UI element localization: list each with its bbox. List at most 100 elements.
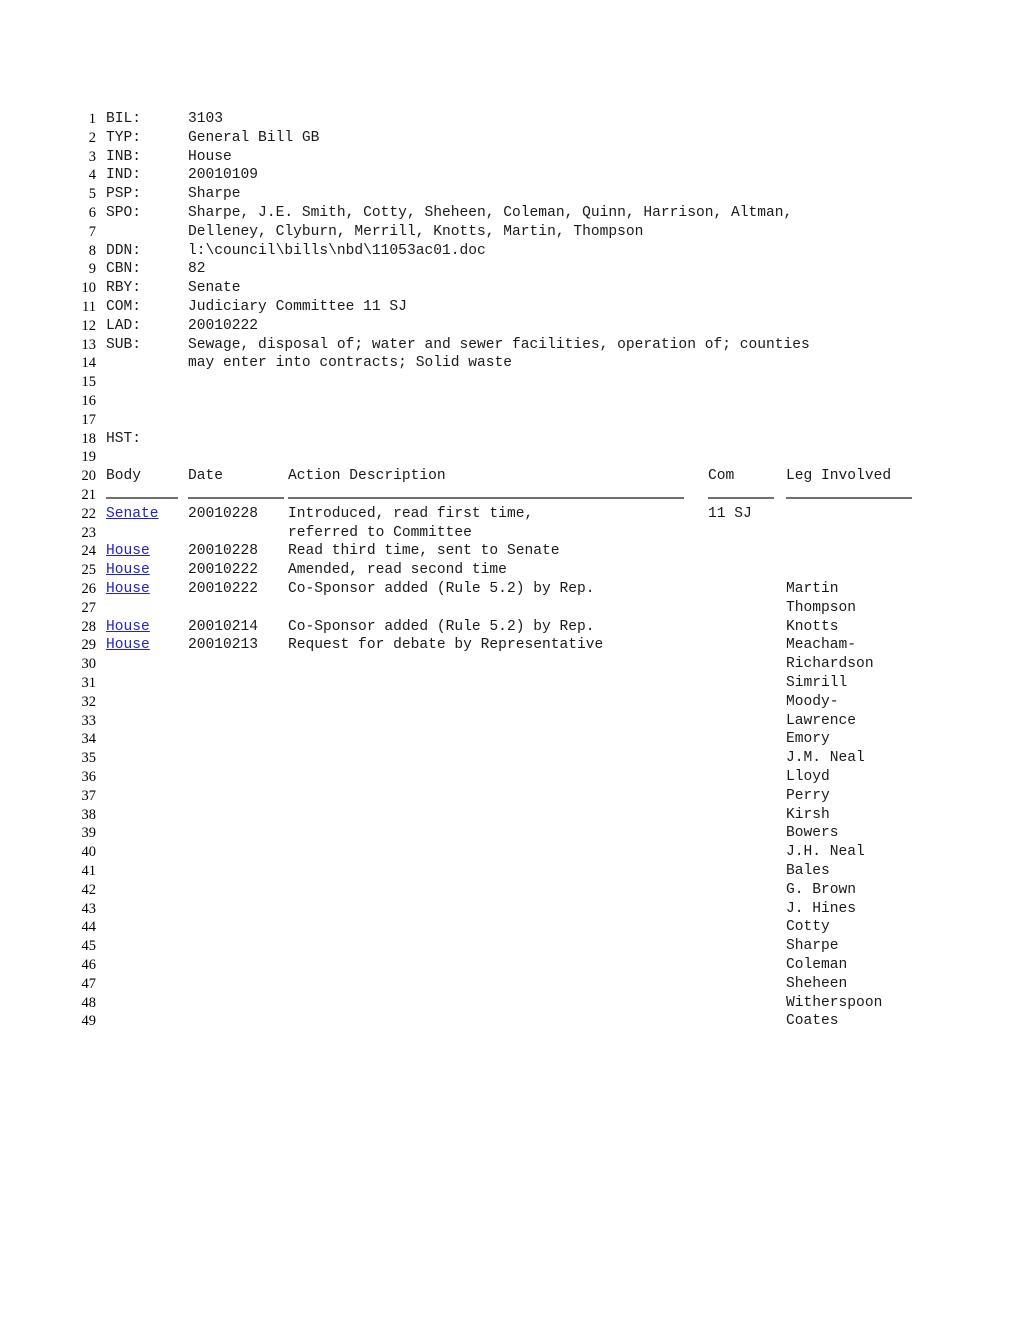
line-number: 36 <box>81 769 97 785</box>
field-label: IND: <box>106 167 142 184</box>
table-row: 34 Emory <box>0 730 1020 749</box>
table-cell-leg: Coates <box>786 1013 839 1030</box>
field-label: PSP: <box>106 186 142 203</box>
line-number: 39 <box>81 825 97 842</box>
table-cell-leg: Knotts <box>786 618 839 635</box>
table-cell-leg: Bowers <box>786 825 839 842</box>
body-link-house[interactable]: House <box>106 636 150 655</box>
line-number: 9 <box>88 261 96 278</box>
document-line: 9 CBN: 82 <box>0 260 1020 279</box>
field-label: COM: <box>106 299 142 315</box>
table-row: 26 House 20010222 Co-Sponsor added (Rule 5.… <box>0 580 1020 599</box>
line-number: 4 <box>88 167 96 184</box>
field-label: SUB: <box>106 336 142 353</box>
field-label: TYP: <box>106 129 142 146</box>
line-number: 28 <box>81 618 97 635</box>
document-line: 11 COM: Judiciary Committee 11 SJ <box>0 298 1020 317</box>
table-cell-leg: Cotty <box>786 919 830 936</box>
line-number: 3 <box>88 148 96 165</box>
table-cell-action: Read third time, sent to Senate <box>288 543 560 560</box>
table-cell-leg: Emory <box>786 731 830 748</box>
table-cell-leg: J.M. Neal <box>786 750 865 767</box>
document-line: 1 BIL: 3103 <box>0 110 1020 129</box>
table-row: 46 Coleman <box>0 956 1020 975</box>
line-number: 15 <box>81 374 97 391</box>
line-number: 33 <box>81 712 97 729</box>
table-row: 40 J.H. Neal <box>0 843 1020 862</box>
line-number: 19 <box>81 449 97 466</box>
table-cell-date: 20010222 <box>188 581 259 597</box>
table-cell-leg: Thompson <box>786 599 857 616</box>
document-line: 16 <box>0 392 1020 411</box>
table-cell-leg: Kirsh <box>786 806 830 823</box>
line-number: 1 <box>88 111 96 127</box>
table-row: 22 Senate 20010228 Introduced, read first t… <box>0 505 1020 524</box>
field-label: RBY: <box>106 280 142 297</box>
table-cell-leg: Bales <box>786 863 830 879</box>
bill-status-document: 1 BIL: 3103 2 TYP: General Bill GB 3 INB: House 4… <box>0 0 1020 1320</box>
table-cell-leg: Lloyd <box>786 769 830 785</box>
line-number: 8 <box>88 242 96 259</box>
table-cell-leg: Sheheen <box>786 975 848 992</box>
line-number: 32 <box>81 693 97 710</box>
table-cell-action: Co-Sponsor added (Rule 5.2) by Rep. <box>288 618 595 635</box>
body-link-house[interactable]: House <box>106 580 150 599</box>
document-line: 12 LAD: 20010222 <box>0 317 1020 336</box>
line-number: 17 <box>81 411 97 428</box>
rule-body <box>106 497 178 499</box>
field-value: 20010109 <box>188 167 259 184</box>
table-cell-leg: Simrill <box>786 675 848 691</box>
column-header-action: Action Description <box>288 468 446 485</box>
table-cell-leg: J.H. Neal <box>786 844 865 861</box>
line-number: 14 <box>81 355 97 372</box>
table-row: 43 J. Hines <box>0 900 1020 919</box>
line-number: 22 <box>81 505 97 522</box>
table-cell-leg: G. Brown <box>786 881 857 898</box>
table-cell-date: 20010213 <box>188 637 259 654</box>
table-cell-date: 20010222 <box>188 562 259 579</box>
field-value: 82 <box>188 261 206 278</box>
body-link-senate[interactable]: Senate <box>106 505 159 524</box>
field-value: House <box>188 148 232 165</box>
line-number: 6 <box>88 205 96 221</box>
line-number: 11 <box>82 299 96 315</box>
table-cell-leg: Richardson <box>786 656 874 673</box>
line-number: 41 <box>81 863 97 879</box>
field-value: Sharpe, J.E. Smith, Cotty, Sheheen, Cole… <box>188 205 793 221</box>
line-number: 46 <box>81 957 97 973</box>
table-row: 38 Kirsh <box>0 806 1020 825</box>
document-line: 18 HST: <box>0 430 1020 449</box>
rule-date <box>188 497 284 499</box>
field-label: SPO: <box>106 205 142 221</box>
body-link-house[interactable]: House <box>106 561 150 580</box>
line-number: 43 <box>81 900 97 917</box>
line-number: 2 <box>88 129 96 146</box>
table-cell-leg: Witherspoon <box>786 994 883 1011</box>
line-number: 34 <box>81 731 97 748</box>
table-row: 41 Bales <box>0 862 1020 881</box>
table-cell-action: Amended, read second time <box>288 562 507 579</box>
field-label: INB: <box>106 148 142 165</box>
body-link-house[interactable]: House <box>106 618 150 637</box>
line-number: 31 <box>81 675 97 691</box>
document-line: 4 IND: 20010109 <box>0 166 1020 185</box>
table-row: 45 Sharpe <box>0 937 1020 956</box>
line-number: 35 <box>81 750 97 767</box>
table-cell-action: Co-Sponsor added (Rule 5.2) by Rep. <box>288 581 595 597</box>
body-link-house[interactable]: House <box>106 542 150 561</box>
table-row: 25 House 20010222 Amended, read second time <box>0 561 1020 580</box>
line-number: 23 <box>81 524 97 541</box>
line-number: 20 <box>81 468 97 485</box>
column-header-date: Date <box>188 468 224 485</box>
table-row: 33 Lawrence <box>0 712 1020 731</box>
line-number: 13 <box>81 336 97 353</box>
table-row: 35 J.M. Neal <box>0 749 1020 768</box>
table-cell-leg: Martin <box>786 581 839 597</box>
table-row: 37 Perry <box>0 787 1020 806</box>
field-value: Judiciary Committee 11 SJ <box>188 299 407 315</box>
line-number: 40 <box>81 844 97 861</box>
table-cell-date: 20010214 <box>188 618 259 635</box>
rule-com <box>708 497 774 499</box>
table-cell-action: referred to Committee <box>288 524 472 541</box>
document-line: 7 Delleney, Clyburn, Merrill, Knotts, Mar… <box>0 223 1020 242</box>
